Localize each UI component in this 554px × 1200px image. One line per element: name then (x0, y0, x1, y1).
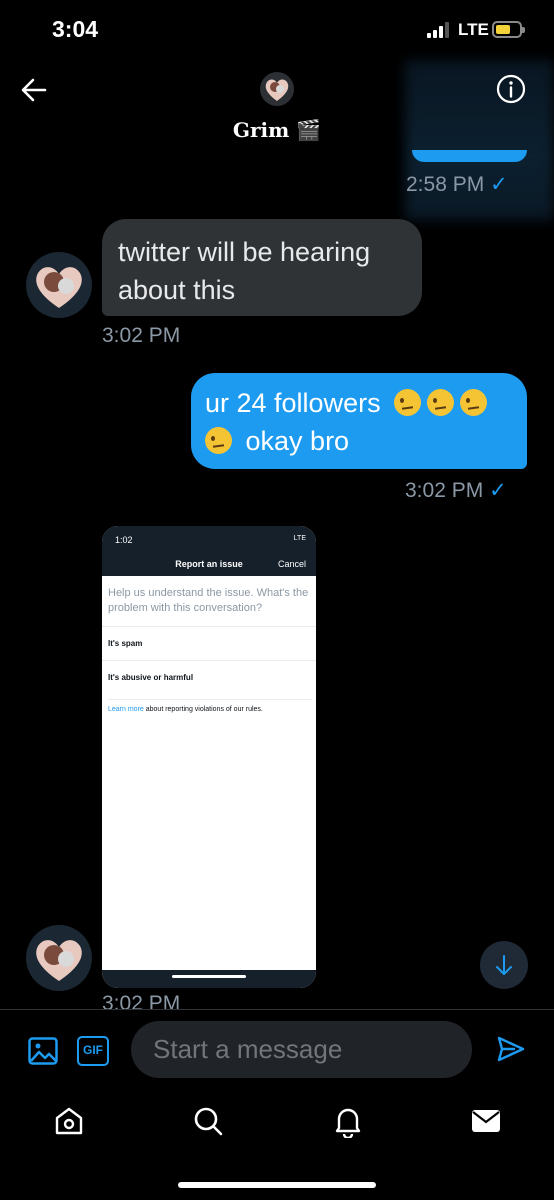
tab-notifications[interactable] (331, 1104, 365, 1140)
arrow-down-icon (496, 955, 512, 975)
timestamp-text: 2:58 PM (406, 173, 485, 196)
conversation-name-text: Grim (232, 118, 290, 142)
attachment-note-text: about reporting violations of our rules. (143, 706, 263, 713)
attachment-note: Learn more about reporting violations of… (108, 699, 312, 713)
message-timestamp: 3:02 PM ✓ (405, 478, 507, 503)
messages-icon (472, 1110, 500, 1132)
heart-avatar-image (265, 79, 289, 101)
network-label: LTE (458, 20, 489, 39)
home-indicator (178, 1182, 376, 1188)
message-text: twitter will be hearing about this (118, 237, 371, 305)
raised-eyebrow-emoji (394, 389, 422, 416)
home-icon (55, 1107, 83, 1135)
heart-avatar-image (36, 267, 82, 308)
message-timestamp: 2:58 PM ✓ (406, 172, 508, 197)
raised-eyebrow-emoji (460, 389, 488, 416)
scroll-to-bottom-button[interactable] (480, 941, 528, 989)
attachment-header: 1:02 LTE Report an issue Cancel (102, 526, 316, 576)
add-media-button[interactable] (28, 1037, 58, 1065)
search-icon (194, 1107, 223, 1136)
battery-icon (492, 21, 525, 38)
sent-check-icon: ✓ (489, 479, 507, 502)
status-bar: 3:04 LTE (0, 0, 554, 60)
message-composer: GIF (0, 1010, 554, 1086)
attachment-network: LTE (293, 535, 306, 542)
message-timestamp: 3:02 PM (102, 324, 181, 347)
sent-message-bubble[interactable] (412, 150, 527, 162)
sender-avatar[interactable] (26, 925, 92, 991)
message-text: ur 24 followers (205, 388, 381, 418)
message-line: ur 24 followers (205, 384, 513, 422)
tab-messages[interactable] (469, 1104, 503, 1138)
raised-eyebrow-emoji (427, 389, 455, 416)
tab-search[interactable] (191, 1104, 225, 1138)
attachment-option: It's abusive or harmful (102, 660, 316, 694)
received-message-bubble[interactable]: twitter will be hearing about this (102, 219, 422, 316)
timestamp-text: 3:02 PM (405, 479, 484, 502)
sent-message-bubble[interactable]: ur 24 followers okay bro (191, 373, 527, 469)
raised-eyebrow-emoji (205, 427, 232, 454)
conversation-avatar[interactable] (260, 72, 294, 106)
status-time: 3:04 (52, 16, 99, 42)
info-button[interactable] (496, 74, 526, 104)
send-button[interactable] (496, 1034, 526, 1064)
attachment-status-time: 1:02 (115, 535, 133, 545)
gif-button[interactable]: GIF (77, 1036, 109, 1066)
attachment-option: It's spam (102, 626, 316, 660)
message-timestamp: 3:02 PM (102, 990, 222, 1009)
image-icon (28, 1037, 58, 1065)
sender-avatar[interactable] (26, 252, 92, 318)
arrow-left-icon (21, 78, 47, 102)
clapper-emoji: 🎬 (296, 118, 322, 142)
message-line: okay bro (205, 422, 513, 460)
attachment-cancel: Cancel (277, 559, 306, 569)
image-attachment[interactable]: 1:02 LTE Report an issue Cancel Help us … (102, 526, 316, 988)
info-circle-icon (496, 74, 526, 104)
message-input[interactable] (131, 1021, 472, 1078)
conversation-name[interactable]: Grim 🎬 (0, 118, 554, 142)
timestamp-text: 3:02 PM (102, 992, 181, 1009)
attachment-prompt: Help us understand the issue. What's the… (108, 587, 309, 614)
sent-check-icon: ✓ (490, 173, 508, 196)
heart-avatar-image (36, 940, 82, 981)
conversation-header: Grim 🎬 (0, 60, 554, 220)
notifications-icon (335, 1108, 361, 1140)
signal-icon (427, 22, 453, 38)
back-button[interactable] (20, 76, 48, 104)
message-text: okay bro (245, 426, 350, 456)
tab-home[interactable] (52, 1104, 86, 1138)
attachment-learn-more: Learn more (108, 706, 144, 713)
attachment-footer (102, 970, 316, 988)
send-icon (497, 1036, 525, 1062)
